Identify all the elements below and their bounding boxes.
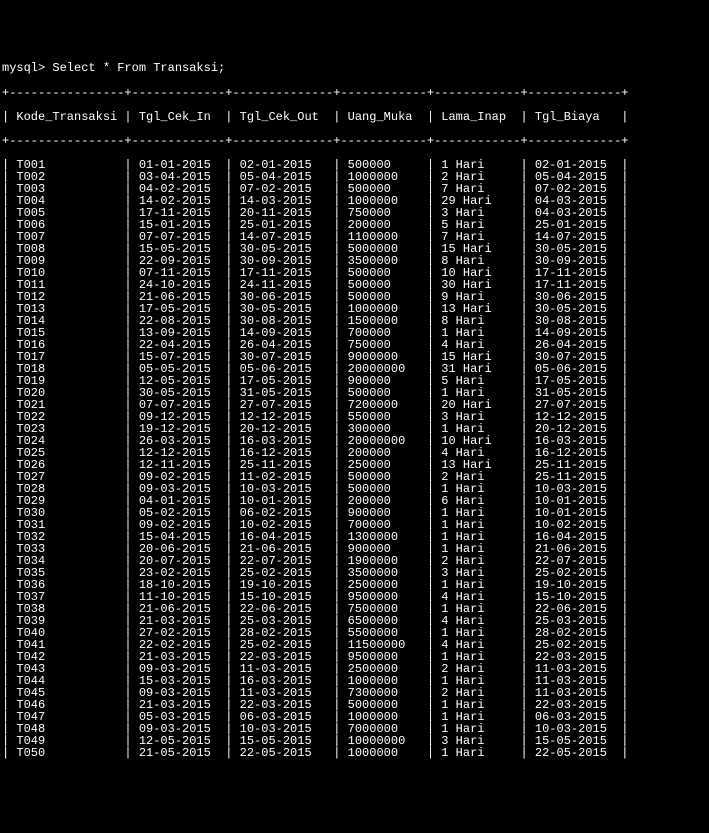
table-body: | T001 | 01-01-2015 | 02-01-2015 | 50000… bbox=[2, 159, 709, 759]
table-header-row: | Kode_Transaksi | Tgl_Cek_In | Tgl_Cek_… bbox=[2, 111, 709, 123]
table-border-top: +----------------+-------------+--------… bbox=[2, 87, 709, 99]
table-row: | T050 | 21-05-2015 | 22-05-2015 | 10000… bbox=[2, 747, 709, 759]
table-border-mid: +----------------+-------------+--------… bbox=[2, 135, 709, 147]
table-row: | T047 | 05-03-2015 | 06-03-2015 | 10000… bbox=[2, 711, 709, 723]
sql-prompt[interactable]: mysql> Select * From Transaksi; bbox=[2, 62, 709, 74]
table-row: | T048 | 09-03-2015 | 10-03-2015 | 70000… bbox=[2, 723, 709, 735]
mysql-terminal: mysql> Select * From Transaksi; +-------… bbox=[2, 50, 709, 771]
table-row: | T045 | 09-03-2015 | 11-03-2015 | 73000… bbox=[2, 687, 709, 699]
table-row: | T044 | 15-03-2015 | 16-03-2015 | 10000… bbox=[2, 675, 709, 687]
table-row: | T046 | 21-03-2015 | 22-03-2015 | 50000… bbox=[2, 699, 709, 711]
table-row: | T049 | 12-05-2015 | 15-05-2015 | 10000… bbox=[2, 735, 709, 747]
table-row: | T042 | 21-03-2015 | 22-03-2015 | 95000… bbox=[2, 651, 709, 663]
table-row: | T043 | 09-03-2015 | 11-03-2015 | 25000… bbox=[2, 663, 709, 675]
